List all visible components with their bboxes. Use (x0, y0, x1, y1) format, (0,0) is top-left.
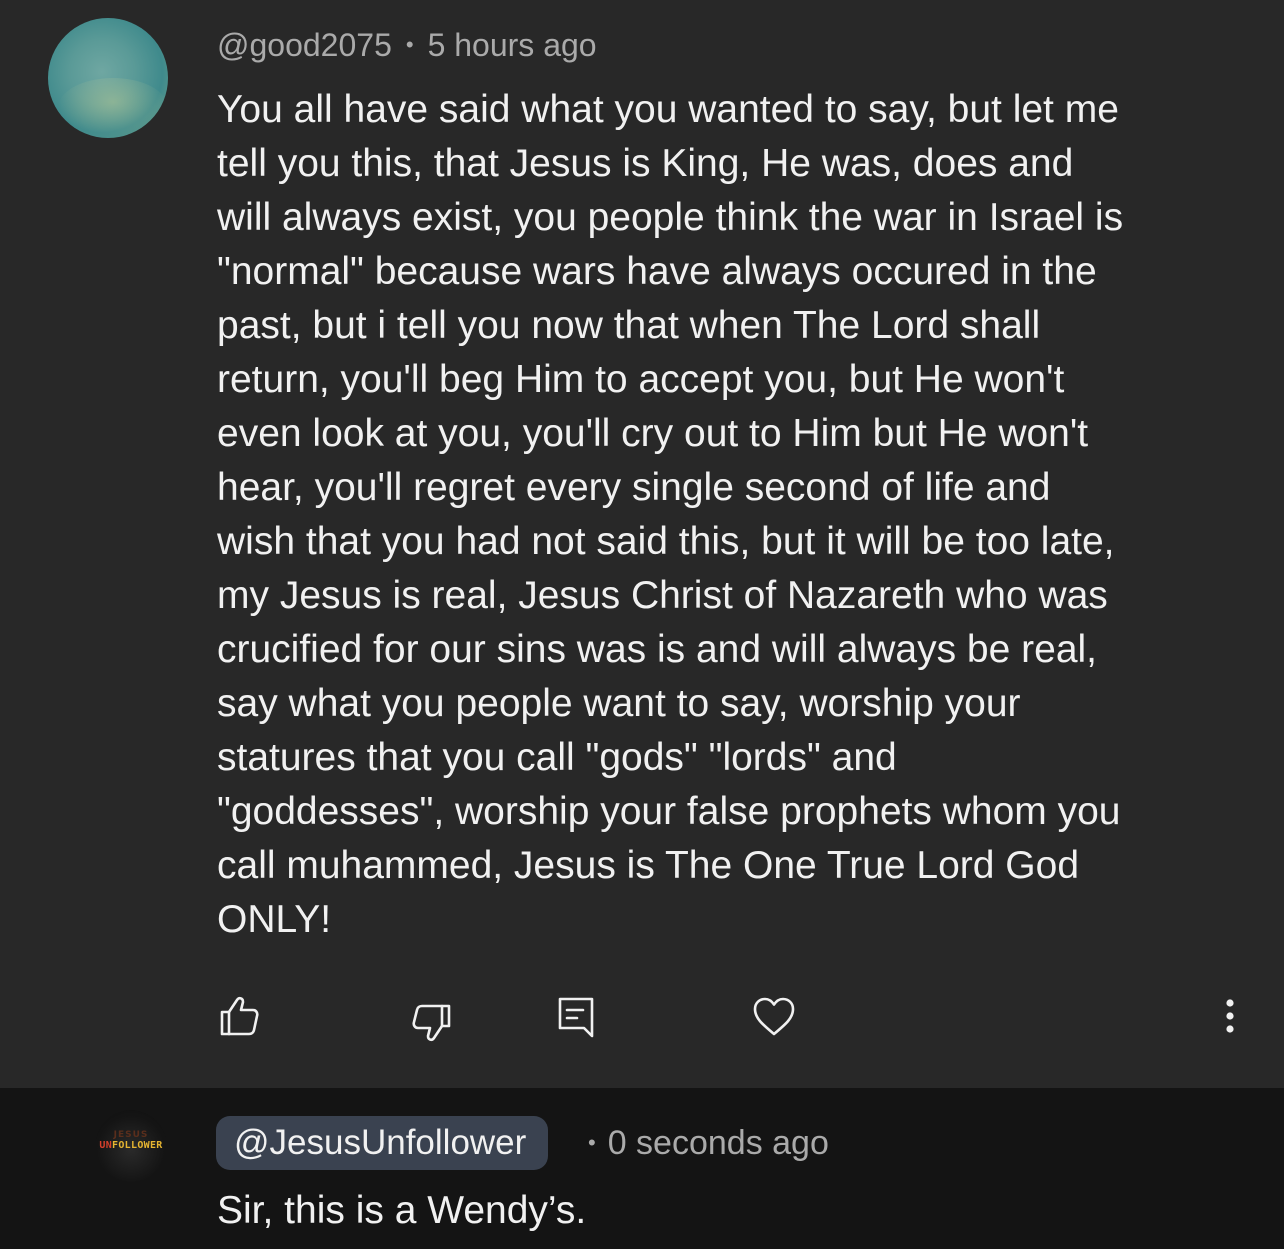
avatar[interactable] (48, 18, 168, 138)
comment-line: call muhammed, Jesus is The One True Lor… (217, 844, 1080, 887)
comment-line: my Jesus is real, Jesus Christ of Nazare… (217, 574, 1108, 617)
comment-line: "normal" because wars have always occure… (217, 250, 1097, 293)
comment-line: You all have said what you wanted to say… (217, 88, 1119, 131)
comment-line: crucified for our sins was is and will a… (217, 628, 1098, 671)
comment-body: You all have said what you wanted to say… (217, 83, 1257, 947)
comment-thread-item: @good2075 • 5 hours ago You all have said … (0, 0, 1284, 1088)
comment-line: tell you this, that Jesus is King, He wa… (217, 142, 1074, 185)
comment-line: "goddesses", worship your false prophets… (217, 790, 1121, 833)
comment-line: statures that you call "gods" "lords" an… (217, 736, 897, 779)
reply-button[interactable] (555, 994, 599, 1038)
heart-icon (753, 997, 795, 1036)
avatar[interactable]: JESUS UNFOLLOWER (95, 1110, 167, 1182)
heart-button[interactable] (752, 994, 796, 1038)
reply-timestamp[interactable]: 0 seconds ago (608, 1124, 829, 1162)
reply-meta: • 0 seconds ago (588, 1122, 829, 1164)
comment-line: wish that you had not said this, but it … (217, 520, 1115, 563)
reply-body: Sir, this is a Wendy’s. (217, 1189, 587, 1232)
comment-meta: @good2075 • 5 hours ago (217, 24, 597, 66)
comment-line: will always exist, you people think the … (217, 196, 1124, 239)
comment-timestamp[interactable]: 5 hours ago (428, 27, 597, 63)
comment-line: past, but i tell you now that when The L… (217, 304, 1041, 347)
comment-line: return, you'll beg Him to accept you, bu… (217, 358, 1065, 401)
reply-comment-icon (558, 997, 594, 1038)
more-vertical-icon (1226, 999, 1234, 1033)
meta-separator: • (588, 1130, 596, 1155)
meta-separator: • (405, 32, 414, 57)
like-button[interactable] (217, 994, 261, 1038)
dislike-button[interactable] (410, 1000, 454, 1044)
avatar-logo-top: JESUS (113, 1130, 149, 1140)
thumbs-up-icon (220, 996, 259, 1036)
comment-line: ONLY! (217, 898, 332, 941)
reply-comment-item: JESUS UNFOLLOWER @JesusUnfollower • 0 sec… (0, 1088, 1284, 1249)
avatar-logo-main: UNFOLLOWER (99, 1140, 163, 1151)
reply-author-chip[interactable]: @JesusUnfollower (216, 1116, 549, 1170)
comment-line: even look at you, you'll cry out to Him … (217, 412, 1089, 455)
comment-author[interactable]: @good2075 (217, 27, 392, 63)
more-options-button[interactable] (1208, 994, 1252, 1038)
comment-line: hear, you'll regret every single second … (217, 466, 1051, 509)
thumbs-down-icon (412, 1004, 451, 1042)
comment-line: say what you people want to say, worship… (217, 682, 1021, 725)
